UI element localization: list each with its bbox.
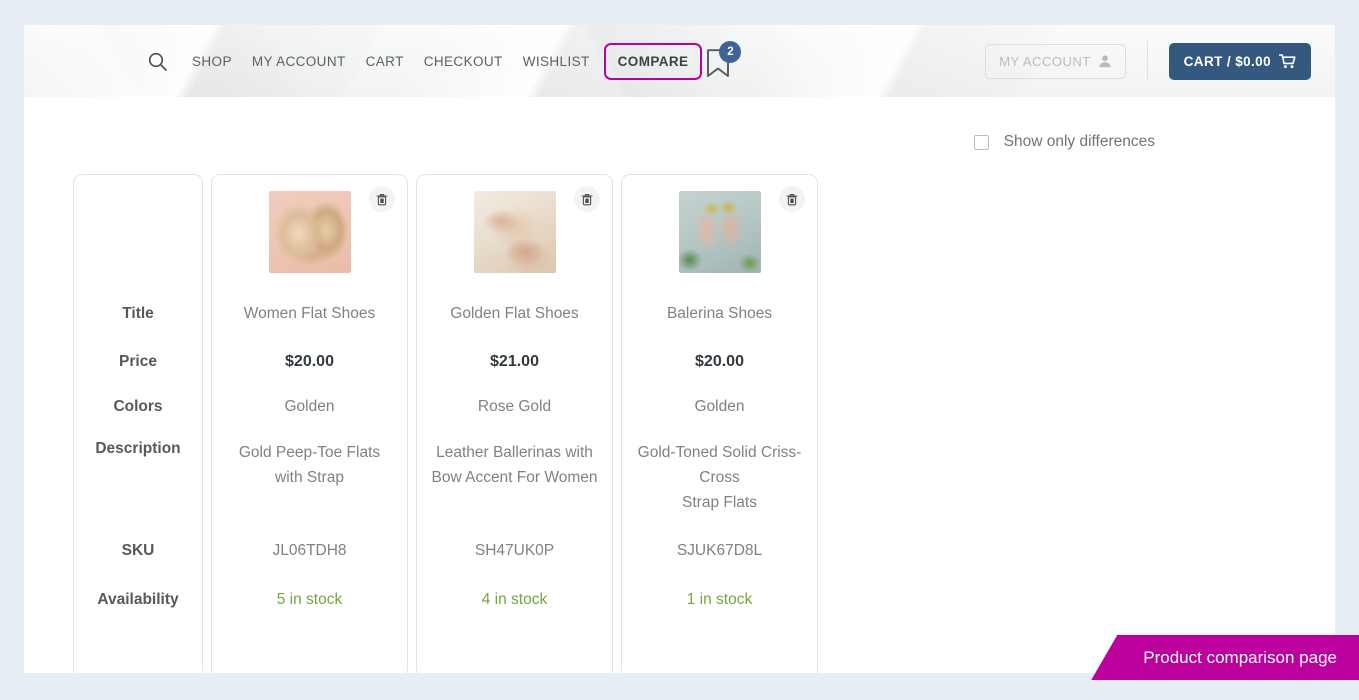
product-title-cell: Golden Flat Shoes: [450, 304, 579, 322]
row-label-price: Price: [119, 352, 157, 370]
page-root: SHOP MY ACCOUNT CART CHECKOUT WISHLIST C…: [0, 0, 1359, 700]
product-price-cell: $20.00: [695, 352, 744, 370]
compare-counter[interactable]: 2: [705, 41, 742, 81]
search-icon[interactable]: [142, 46, 172, 76]
product-thumbnail[interactable]: [473, 190, 556, 273]
show-only-differences-checkbox[interactable]: [973, 134, 989, 150]
cart-button-label: CART / $0.00: [1183, 53, 1271, 69]
label-bottom-spacer: [74, 622, 202, 673]
product-bottom-spacer: [622, 622, 817, 673]
header-divider: [1146, 41, 1148, 81]
product-availability-cell: 4 in stock: [481, 590, 548, 608]
product-sku-cell: SJUK67D8L: [676, 542, 763, 559]
cart-icon: [1279, 53, 1296, 68]
nav-item-wishlist[interactable]: WISHLIST: [513, 48, 600, 75]
differences-toolbar: Show only differences: [24, 97, 1335, 151]
content-frame: SHOP MY ACCOUNT CART CHECKOUT WISHLIST C…: [24, 25, 1335, 673]
user-icon: [1099, 55, 1111, 68]
product-colors-cell: Golden: [694, 398, 745, 415]
my-account-button-label: MY ACCOUNT: [999, 53, 1091, 69]
row-label-description: Description: [95, 440, 181, 457]
trash-icon: [376, 193, 388, 205]
product-column: Women Flat Shoes $20.00 Golden Gold Peep…: [211, 174, 408, 673]
site-header: SHOP MY ACCOUNT CART CHECKOUT WISHLIST C…: [24, 25, 1335, 97]
banner-label: Product comparison page: [1143, 647, 1337, 667]
row-label-availability: Availability: [97, 590, 179, 608]
compare-badge-count: 2: [719, 41, 742, 63]
nav-item-my-account[interactable]: MY ACCOUNT: [242, 48, 356, 75]
nav-item-shop[interactable]: SHOP: [182, 48, 242, 75]
show-only-differences-toggle[interactable]: Show only differences: [973, 133, 1155, 151]
product-sku-cell: JL06TDH8: [272, 542, 347, 559]
nav-item-compare[interactable]: COMPARE: [603, 42, 703, 80]
product-title-cell: Women Flat Shoes: [243, 304, 376, 322]
show-only-differences-label: Show only differences: [1003, 133, 1155, 150]
nav-item-cart[interactable]: CART: [356, 48, 414, 75]
product-column: Golden Flat Shoes $21.00 Rose Gold Leath…: [416, 174, 613, 673]
product-bottom-spacer: [212, 622, 407, 673]
remove-product-button[interactable]: [369, 186, 395, 212]
label-spacer-cell: [74, 175, 202, 288]
product-thumbnail[interactable]: [268, 190, 351, 273]
header-actions: MY ACCOUNT CART / $0.00: [985, 25, 1311, 97]
trash-icon: [786, 193, 798, 205]
row-label-colors: Colors: [113, 398, 163, 415]
nav-item-checkout[interactable]: CHECKOUT: [414, 48, 513, 75]
product-thumbnail[interactable]: [678, 190, 761, 273]
comparison-table: Title Price Colors Description SKU Avail…: [24, 151, 1335, 673]
product-colors-cell: Rose Gold: [477, 398, 552, 415]
trash-icon: [581, 193, 593, 205]
remove-product-button[interactable]: [574, 186, 600, 212]
product-sku-cell: SH47UK0P: [474, 542, 555, 559]
product-comparison-page-banner: Product comparison page: [1091, 635, 1359, 680]
product-description-cell: Leather Ballerinas with Bow Accent For W…: [431, 444, 598, 486]
product-price-cell: $20.00: [285, 352, 334, 370]
row-label-sku: SKU: [121, 542, 155, 559]
primary-navigation: SHOP MY ACCOUNT CART CHECKOUT WISHLIST C…: [142, 25, 742, 97]
row-label-title: Title: [122, 304, 154, 322]
page-body: Show only differences Title Price Colors: [24, 97, 1335, 673]
product-title-cell: Balerina Shoes: [666, 304, 773, 322]
product-bottom-spacer: [417, 622, 612, 673]
cart-button[interactable]: CART / $0.00: [1168, 42, 1311, 80]
product-price-cell: $21.00: [490, 352, 539, 370]
my-account-button[interactable]: MY ACCOUNT: [985, 43, 1126, 79]
product-availability-cell: 5 in stock: [276, 590, 343, 608]
product-availability-cell: 1 in stock: [686, 590, 753, 608]
product-description-cell: Gold-Toned Solid Criss-Cross Strap Flats: [637, 444, 802, 511]
comparison-label-column: Title Price Colors Description SKU Avail…: [73, 174, 203, 673]
product-colors-cell: Golden: [284, 398, 335, 415]
product-column: Balerina Shoes $20.00 Golden Gold-Toned …: [621, 174, 818, 673]
product-description-cell: Gold Peep-Toe Flats with Strap: [238, 444, 381, 486]
remove-product-button[interactable]: [779, 186, 805, 212]
